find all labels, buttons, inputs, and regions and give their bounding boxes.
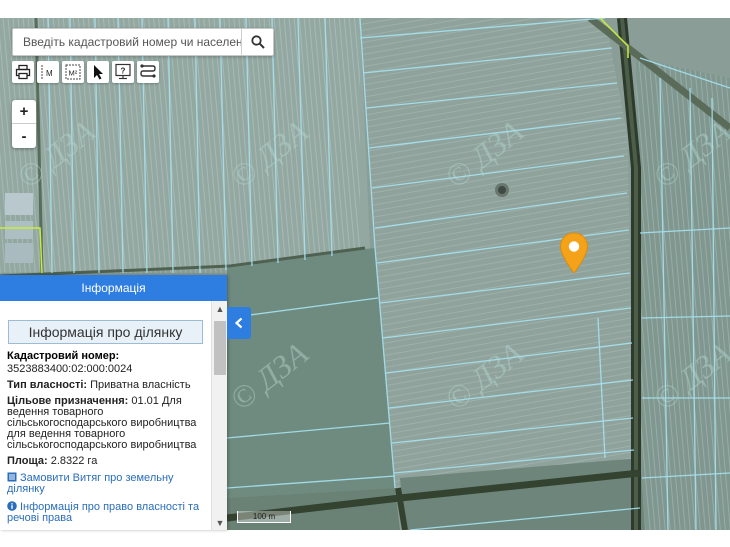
info-circle-icon xyxy=(7,501,17,511)
scroll-thumb[interactable] xyxy=(214,321,226,375)
document-icon xyxy=(7,472,17,482)
ownership-type-row: Тип власності: Приватна власність xyxy=(7,380,204,391)
parcel-info-title: Інформація про ділянку xyxy=(8,320,203,344)
info-button[interactable]: ? xyxy=(112,61,134,83)
purpose-row: Цільове призначення: 01.01 Для ведення т… xyxy=(7,396,204,451)
scale-bar: 100 m xyxy=(237,511,291,523)
zoom-out-button[interactable]: - xyxy=(12,124,36,148)
measure-area-label: M² xyxy=(69,69,78,78)
zoom-control: + - xyxy=(12,100,36,148)
location-marker-icon[interactable] xyxy=(559,232,589,274)
route-icon xyxy=(140,64,156,78)
bottom-strip xyxy=(0,530,730,547)
top-strip xyxy=(0,0,730,18)
map-toolbar: M M² ? xyxy=(12,61,159,83)
cadastral-number-label: Кадастровий номер: xyxy=(7,350,120,362)
select-button[interactable] xyxy=(87,61,109,83)
info-panel-body: Інформація про ділянку Кадастровий номер… xyxy=(0,301,211,530)
measure-area-icon: M² xyxy=(65,64,81,80)
print-button[interactable] xyxy=(12,61,34,83)
search-button[interactable] xyxy=(241,29,273,55)
print-icon xyxy=(15,64,31,80)
scroll-up-arrow-icon[interactable]: ▲ xyxy=(212,303,228,315)
ownership-type-label: Тип власності: xyxy=(7,379,88,391)
cadastral-number-value: 3523883400:02:000:0024 xyxy=(7,363,133,375)
info-panel: Інформація Інформація про ділянку Кадаст… xyxy=(0,275,227,530)
ownership-rights-link[interactable]: Інформація про право власності та речові… xyxy=(7,501,204,524)
measure-length-icon: M xyxy=(41,65,53,79)
measure-length-button[interactable]: M xyxy=(37,61,59,83)
collapse-panel-button[interactable] xyxy=(227,307,251,339)
search-box xyxy=(12,28,274,56)
area-label: Площа: xyxy=(7,455,48,467)
ownership-type-value: Приватна власність xyxy=(87,379,191,391)
info-icon: ? xyxy=(115,63,131,80)
order-extract-link[interactable]: Замовити Витяг про земельну ділянку xyxy=(7,472,204,495)
info-panel-header: Інформація xyxy=(0,275,227,301)
scroll-down-arrow-icon[interactable]: ▼ xyxy=(212,517,228,529)
search-input[interactable] xyxy=(13,29,241,55)
order-extract-label: Замовити Витяг про земельну ділянку xyxy=(7,472,174,495)
measure-area-button[interactable]: M² xyxy=(62,61,84,83)
area-value: 2.8322 га xyxy=(47,455,98,467)
search-icon xyxy=(250,35,265,49)
route-button[interactable] xyxy=(137,61,159,83)
info-panel-scrollbar[interactable]: ▲ ▼ xyxy=(211,301,227,530)
ownership-rights-label: Інформація про право власності та речові… xyxy=(7,501,200,524)
measure-length-label: M xyxy=(46,69,53,78)
zoom-in-button[interactable]: + xyxy=(12,100,36,124)
area-row: Площа: 2.8322 га xyxy=(7,456,204,467)
pointer-icon xyxy=(94,65,103,80)
chevron-left-icon xyxy=(234,317,243,329)
info-label: ? xyxy=(121,67,126,76)
